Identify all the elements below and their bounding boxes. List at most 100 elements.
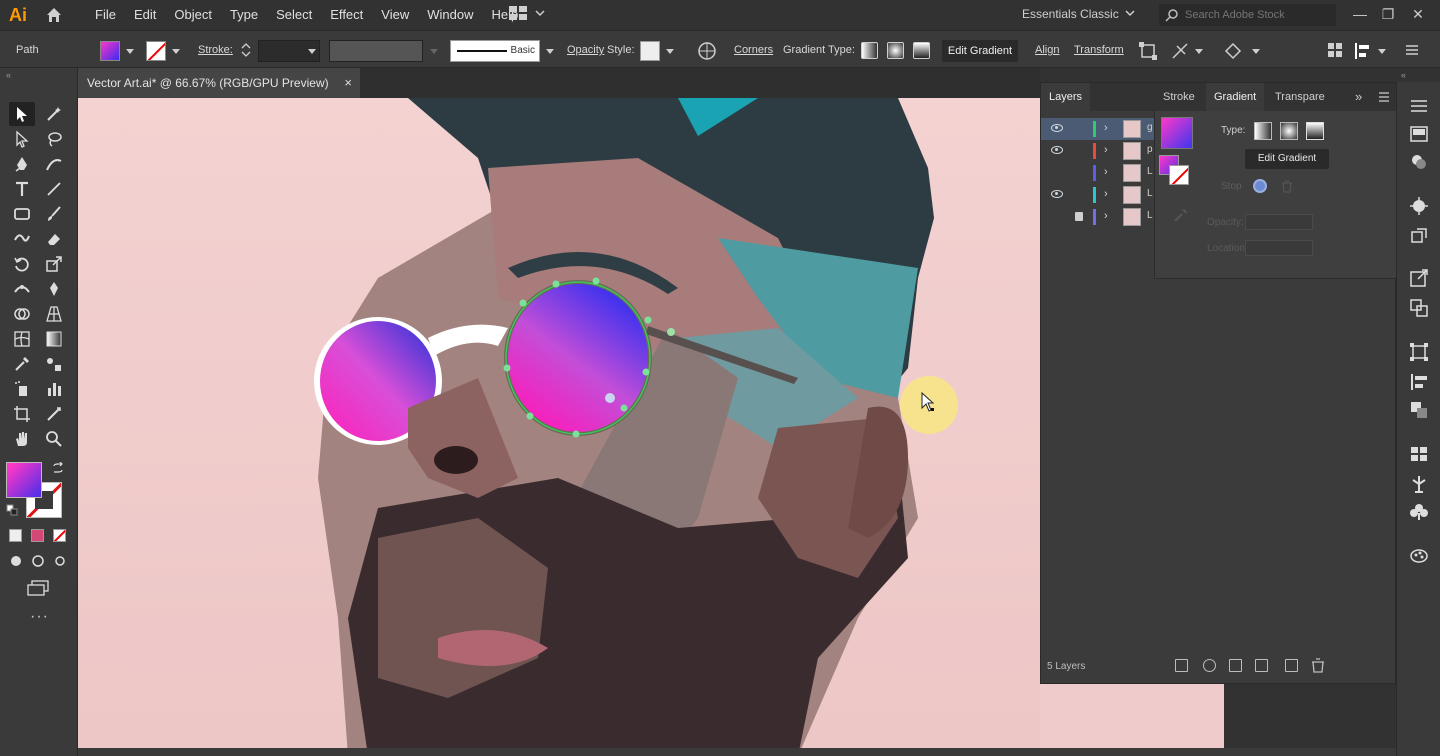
symbols-icon[interactable] <box>1409 226 1429 246</box>
rectangle-tool[interactable] <box>9 202 35 226</box>
freeform-type-button[interactable] <box>1306 122 1324 140</box>
opacity-label[interactable]: Opacity <box>567 44 604 56</box>
artboards-icon[interactable] <box>1409 298 1429 318</box>
edit-gradient-button[interactable]: Edit Gradient <box>942 40 1018 62</box>
color-guide-icon[interactable] <box>1409 546 1429 566</box>
gradient-tool[interactable] <box>41 327 67 351</box>
direct-selection-tool[interactable] <box>9 127 35 151</box>
stock-search[interactable] <box>1159 4 1336 26</box>
shape-builder-icon[interactable] <box>1171 42 1189 60</box>
panel-menu-icon[interactable] <box>1405 44 1419 56</box>
chevron-right-icon[interactable]: › <box>1104 210 1108 222</box>
curvature-tool[interactable] <box>41 152 67 176</box>
layer-row[interactable]: › L <box>1041 206 1155 228</box>
menu-icon[interactable] <box>1409 96 1429 116</box>
menu-type[interactable]: Type <box>221 0 267 30</box>
menu-file[interactable]: File <box>86 0 125 30</box>
menu-edit[interactable]: Edit <box>125 0 165 30</box>
new-sublayer-icon[interactable] <box>1255 659 1268 672</box>
collapse-icon[interactable]: « <box>6 70 11 80</box>
locate-object-icon[interactable] <box>1203 659 1216 672</box>
radial-gradient-button[interactable] <box>887 42 904 59</box>
properties-icon[interactable] <box>1409 124 1429 144</box>
stroke-swatch-small[interactable] <box>146 41 166 61</box>
edit-toolbar-icon[interactable]: ··· <box>30 608 49 626</box>
edit-gradient-button[interactable]: Edit Gradient <box>1245 149 1329 169</box>
collapse-icon[interactable]: « <box>1401 70 1406 80</box>
lasso-tool[interactable] <box>41 127 67 151</box>
isolate-icon[interactable] <box>1224 42 1242 60</box>
magic-wand-tool[interactable] <box>41 102 67 126</box>
gradient-mode-button[interactable] <box>31 529 44 542</box>
export-asset-icon[interactable] <box>1409 268 1429 288</box>
none-mode-button[interactable] <box>53 529 66 542</box>
draw-mode-icons[interactable] <box>9 554 67 568</box>
menu-window[interactable]: Window <box>418 0 482 30</box>
rotate-tool[interactable] <box>9 252 35 276</box>
workspace-switcher[interactable]: Essentials Classic <box>1022 7 1119 21</box>
puppet-warp-tool[interactable] <box>41 277 67 301</box>
gradient-stop-color[interactable] <box>1253 179 1267 193</box>
trash-icon[interactable] <box>1311 658 1325 673</box>
variable-width-profile[interactable] <box>329 40 423 62</box>
brushes-icon[interactable] <box>1409 196 1429 216</box>
clipping-mask-icon[interactable] <box>1229 659 1242 672</box>
expand-panels-icon[interactable]: » <box>1347 83 1370 111</box>
club-symbol-icon[interactable] <box>1409 502 1429 522</box>
tab-gradient[interactable]: Gradient <box>1206 83 1265 111</box>
graphic-style-swatch[interactable] <box>640 41 660 61</box>
align-panel-icon[interactable] <box>1353 41 1373 61</box>
align-icon[interactable] <box>1409 372 1429 392</box>
column-graph-tool[interactable] <box>41 377 67 401</box>
menu-select[interactable]: Select <box>267 0 321 30</box>
align-label[interactable]: Align <box>1035 44 1059 56</box>
stock-search-input[interactable] <box>1185 9 1325 21</box>
artboard-tool[interactable] <box>9 402 35 426</box>
transform-bounds-icon[interactable] <box>1139 42 1157 60</box>
lock-icon[interactable] <box>1075 212 1083 221</box>
line-tool[interactable] <box>41 177 67 201</box>
panel-menu-icon[interactable] <box>1378 92 1390 102</box>
pen-tool[interactable] <box>9 152 35 176</box>
close-icon[interactable]: × <box>344 75 352 90</box>
artboard-canvas[interactable] <box>78 98 1040 756</box>
close-window-button[interactable]: ✕ <box>1408 4 1428 24</box>
chevron-right-icon[interactable]: › <box>1104 166 1108 178</box>
linear-type-button[interactable] <box>1254 122 1272 140</box>
paintbrush-tool[interactable] <box>41 202 67 226</box>
visibility-eye-icon[interactable] <box>1051 124 1063 132</box>
pathfinder-icon[interactable] <box>1409 400 1429 420</box>
radial-type-button[interactable] <box>1280 122 1298 140</box>
restore-button[interactable]: ❐ <box>1378 4 1398 24</box>
fill-color-swatch[interactable] <box>6 462 42 498</box>
chevron-right-icon[interactable]: › <box>1104 188 1108 200</box>
perspective-grid-tool[interactable] <box>41 302 67 326</box>
slice-tool[interactable] <box>41 402 67 426</box>
linear-gradient-button[interactable] <box>861 42 878 59</box>
chevron-down-icon[interactable] <box>126 49 134 54</box>
visibility-eye-icon[interactable] <box>1051 146 1063 154</box>
gradient-preview-swatch[interactable] <box>1161 117 1193 149</box>
corners-label[interactable]: Corners <box>734 44 773 56</box>
chevron-down-icon[interactable] <box>1252 49 1260 54</box>
tab-stroke[interactable]: Stroke <box>1155 83 1203 111</box>
zoom-tool[interactable] <box>41 427 67 451</box>
scale-tool[interactable] <box>41 252 67 276</box>
recolor-artwork-icon[interactable] <box>697 41 717 61</box>
swap-colors-icon[interactable] <box>52 462 64 474</box>
arrange-documents-button[interactable] <box>509 6 545 20</box>
selection-tool[interactable] <box>9 102 35 126</box>
transform-label[interactable]: Transform <box>1074 44 1124 56</box>
color-mode-button[interactable] <box>9 529 22 542</box>
eyedropper-tool[interactable] <box>9 352 35 376</box>
chevron-down-icon[interactable] <box>546 49 554 54</box>
arrange-icon[interactable] <box>1327 42 1343 58</box>
transform-icon[interactable] <box>1409 342 1429 362</box>
fill-swatch-small[interactable] <box>100 41 120 61</box>
chevron-down-icon[interactable] <box>1378 49 1386 54</box>
gradient-stroke-swatch[interactable] <box>1169 165 1189 185</box>
width-tool[interactable] <box>9 277 35 301</box>
new-layer-icon[interactable] <box>1285 659 1298 672</box>
tab-layers[interactable]: Layers <box>1041 83 1091 111</box>
document-tab[interactable]: Vector Art.ai* @ 66.67% (RGB/GPU Preview… <box>78 68 360 98</box>
